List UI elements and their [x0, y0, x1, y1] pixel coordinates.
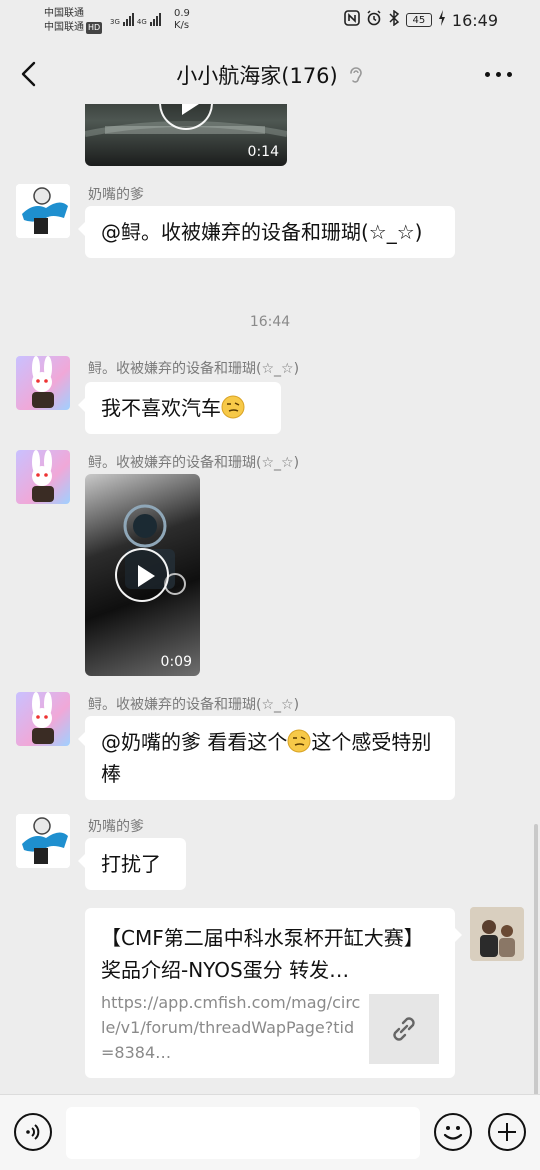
sender-name: 鲟。收被嫌弃的设备和珊瑚(☆_☆): [88, 361, 300, 377]
link-thumbnail: [369, 994, 439, 1064]
title-wrap: 小小航海家(176): [0, 60, 540, 90]
net-speed: 0.9 K/s: [174, 8, 190, 32]
message-text: @奶嘴的爹 看看这个: [101, 730, 288, 754]
hd-badge: HD: [86, 22, 103, 34]
signal-icon: [149, 10, 161, 26]
avatar[interactable]: [470, 907, 524, 961]
network-label-2: 4G: [136, 18, 147, 26]
video-duration: 0:09: [160, 654, 192, 670]
video-message[interactable]: 0:14: [85, 104, 287, 166]
carrier-2: 中国联通 HD: [44, 22, 103, 34]
sender-name: 鲟。收被嫌弃的设备和珊瑚(☆_☆): [88, 697, 300, 713]
link-card[interactable]: 【CMF第二届中科水泵杯开缸大赛】奖品介绍-NYOS蛋分 转发… https:/…: [85, 908, 462, 1078]
avatar[interactable]: [16, 692, 70, 746]
carrier-2-label: 中国联通: [44, 22, 84, 33]
smirk-emoji-icon: [287, 729, 311, 753]
net-speed-value: 0.9: [174, 8, 190, 19]
avatar[interactable]: [16, 814, 70, 868]
voice-icon[interactable]: [14, 1113, 52, 1151]
link-title: 【CMF第二届中科水泵杯开缸大赛】奖品介绍-NYOS蛋分 转发…: [101, 926, 424, 982]
net-speed-unit: K/s: [174, 20, 190, 31]
timestamp: 16:44: [249, 314, 291, 330]
video-duration: 0:14: [247, 144, 279, 160]
link-url: https://app.cmfish.com/mag/circle/v1/for…: [101, 993, 361, 1062]
ear-icon: [348, 65, 364, 85]
battery-icon: 45: [405, 13, 432, 27]
scrollbar[interactable]: [534, 824, 538, 1094]
network-indicators: 3G 4G: [110, 10, 161, 26]
status-time: 16:49: [451, 10, 498, 30]
link-icon: [393, 1017, 415, 1041]
nfc-icon: [344, 10, 360, 30]
message-text: 我不喜欢汽车: [101, 396, 221, 420]
message-bubble[interactable]: 我不喜欢汽车: [78, 382, 281, 434]
emoji-icon[interactable]: [434, 1113, 472, 1151]
sender-name: 鲟。收被嫌弃的设备和珊瑚(☆_☆): [88, 455, 300, 471]
network-label-1: 3G: [110, 18, 120, 26]
signal-icon: [122, 10, 134, 26]
message-list[interactable]: 0:14 奶嘴的爹 @鲟。收被嫌弃的设备和珊瑚(☆_☆) 16:44 鲟。收被嫌…: [0, 104, 540, 1094]
carrier-1: 中国联通: [44, 8, 84, 19]
message-bubble[interactable]: @奶嘴的爹 看看这个 这个感受特别棒: [78, 716, 455, 800]
input-bar: [0, 1094, 540, 1170]
video-message[interactable]: 0:09: [85, 474, 200, 676]
play-icon[interactable]: [115, 548, 169, 602]
avatar[interactable]: [16, 450, 70, 504]
chat-header: 小小航海家(176): [0, 44, 540, 104]
more-icon[interactable]: [485, 72, 512, 77]
alarm-icon: [366, 10, 382, 30]
avatar[interactable]: [16, 184, 70, 238]
charging-icon: [438, 10, 446, 30]
sender-name: 奶嘴的爹: [88, 187, 144, 203]
sender-name: 奶嘴的爹: [88, 819, 144, 835]
plus-icon[interactable]: [488, 1113, 526, 1151]
message-bubble[interactable]: @鲟。收被嫌弃的设备和珊瑚(☆_☆): [78, 206, 455, 258]
bluetooth-icon: [388, 9, 400, 30]
message-input[interactable]: [66, 1107, 420, 1159]
avatar[interactable]: [16, 356, 70, 410]
message-bubble[interactable]: 打扰了: [78, 838, 186, 890]
status-bar: 中国联通 中国联通 HD 3G 4G 0.9 K/s 45 16:49: [0, 0, 540, 44]
chat-title[interactable]: 小小航海家(176): [176, 60, 337, 90]
smirk-emoji-icon: [221, 395, 245, 419]
status-right: 45 16:49: [344, 9, 498, 30]
